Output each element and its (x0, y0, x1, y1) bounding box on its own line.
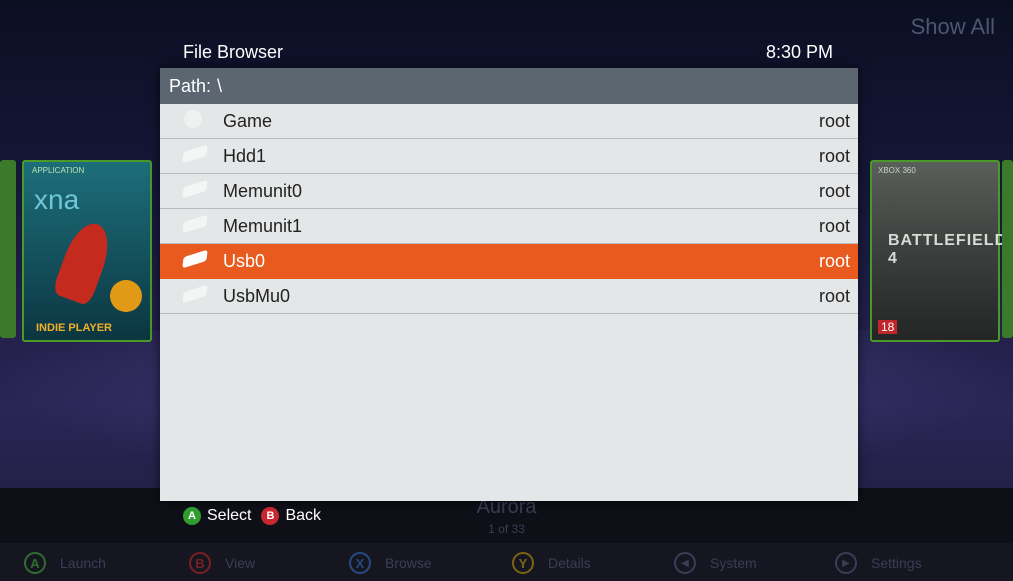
nav-view[interactable]: B View (189, 552, 255, 574)
clock: 8:30 PM (765, 42, 833, 62)
cover-brand: xna (34, 184, 80, 215)
file-owner: root (818, 110, 850, 131)
cover-tag: XBOX 360 (878, 166, 916, 175)
start-button-icon: ▶ (835, 552, 857, 574)
file-row-usbmu0[interactable]: UsbMu0 root (160, 279, 858, 314)
xbox-logo-icon (184, 110, 206, 128)
cover-footer: INDIE PLAYER (36, 322, 113, 334)
select-button[interactable]: A Select (183, 507, 251, 525)
nav-details[interactable]: Y Details (512, 552, 591, 574)
nav-label: View (225, 555, 256, 571)
back-label: Back (285, 507, 322, 524)
rocket-icon (51, 217, 117, 307)
file-row-usb0[interactable]: Usb0 root (160, 244, 858, 279)
game-cover-battlefield[interactable]: XBOX 360 BATTLEFIELD 4 18 (870, 160, 1006, 342)
show-all-label: Show All (910, 14, 995, 39)
mascot-icon (110, 280, 142, 312)
path-value: \ (217, 75, 223, 96)
file-name: Hdd1 (223, 145, 267, 166)
select-label: Select (207, 507, 252, 524)
dialog-footer: A Select B Back (183, 507, 321, 525)
file-name: UsbMu0 (223, 285, 291, 306)
game-count: 1 of 33 (488, 522, 525, 536)
file-row-memunit1[interactable]: Memunit1 root (160, 209, 858, 244)
nav-system[interactable]: ◀ System (674, 552, 757, 574)
file-owner: root (818, 180, 850, 201)
nav-browse[interactable]: X Browse (349, 552, 432, 574)
file-owner: root (818, 215, 850, 236)
nav-label: System (710, 555, 757, 571)
cover-tag: APPLICATION (32, 166, 85, 175)
nav-bar: A Launch B View X Browse Y Details ◀ Sys… (0, 543, 1013, 581)
file-row-hdd1[interactable]: Hdd1 root (160, 139, 858, 174)
file-row-memunit0[interactable]: Memunit0 root (160, 174, 858, 209)
file-row-game[interactable]: Game root (160, 104, 858, 139)
game-cover-xna[interactable]: APPLICATION xna INDIE PLAYER (22, 160, 152, 342)
a-button-icon: A (24, 552, 46, 574)
drive-icon (182, 284, 208, 304)
drive-icon (182, 144, 208, 164)
rating-badge: 18 (878, 320, 898, 334)
back-button[interactable]: B Back (261, 507, 321, 525)
path-bar: Path: \ (160, 68, 858, 104)
nav-label: Settings (871, 555, 922, 571)
file-owner: root (818, 250, 850, 271)
file-name: Usb0 (223, 250, 266, 271)
file-owner: root (818, 285, 850, 306)
y-button-icon: Y (512, 552, 534, 574)
file-owner: root (818, 145, 850, 166)
b-button-icon: B (261, 507, 280, 525)
back-button-icon: ◀ (674, 552, 696, 574)
a-button-icon: A (183, 507, 201, 525)
file-name: Memunit1 (223, 215, 303, 236)
nav-label: Launch (60, 555, 106, 571)
file-name: Game (223, 110, 273, 131)
b-button-icon: B (189, 552, 211, 574)
cover-title: BATTLEFIELD 4 (888, 232, 1008, 267)
nav-label: Browse (385, 555, 432, 571)
cover-left-edge (0, 160, 16, 338)
cover-right-edge (1002, 160, 1013, 338)
nav-settings[interactable]: ▶ Settings (835, 552, 922, 574)
file-browser-dialog: Path: \ Game root Hdd1 root Memunit0 roo… (160, 68, 858, 501)
nav-launch[interactable]: A Launch (24, 552, 106, 574)
x-button-icon: X (349, 552, 371, 574)
dialog-title: File Browser (183, 42, 284, 62)
drive-icon (182, 214, 208, 234)
nav-label: Details (548, 555, 591, 571)
path-label: Path: (169, 75, 212, 96)
drive-icon (182, 179, 208, 199)
file-list: Game root Hdd1 root Memunit0 root Memuni… (160, 104, 858, 314)
file-name: Memunit0 (223, 180, 303, 201)
drive-icon (182, 249, 208, 269)
